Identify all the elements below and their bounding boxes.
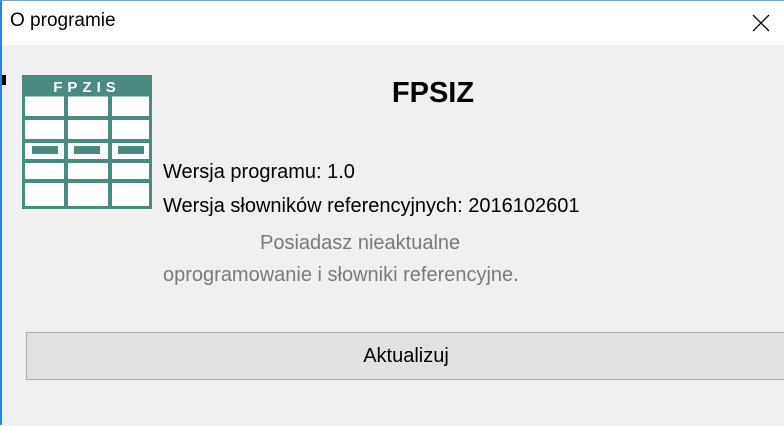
status-message-line1: Posiadasz nieaktualne [260,232,461,254]
dialog-content: FPZIS FPSIZ Wersja programu: 1.0 Wersja … [2,45,784,426]
title-bar[interactable]: O programie [2,1,784,45]
status-message-line2: oprogramowanie i słowniki referencyjne. [163,264,519,286]
about-dialog: O programie FPZIS FPSIZ Wersja programu:… [0,0,784,426]
dictionary-version: Wersja słowników referencyjnych: 2016102… [163,195,580,217]
window-title: O programie [10,10,116,31]
close-icon [752,14,770,32]
update-button[interactable]: Aktualizuj [26,332,784,380]
program-version: Wersja programu: 1.0 [163,161,355,183]
close-button[interactable] [738,1,784,45]
app-title: FPSIZ [391,77,475,109]
